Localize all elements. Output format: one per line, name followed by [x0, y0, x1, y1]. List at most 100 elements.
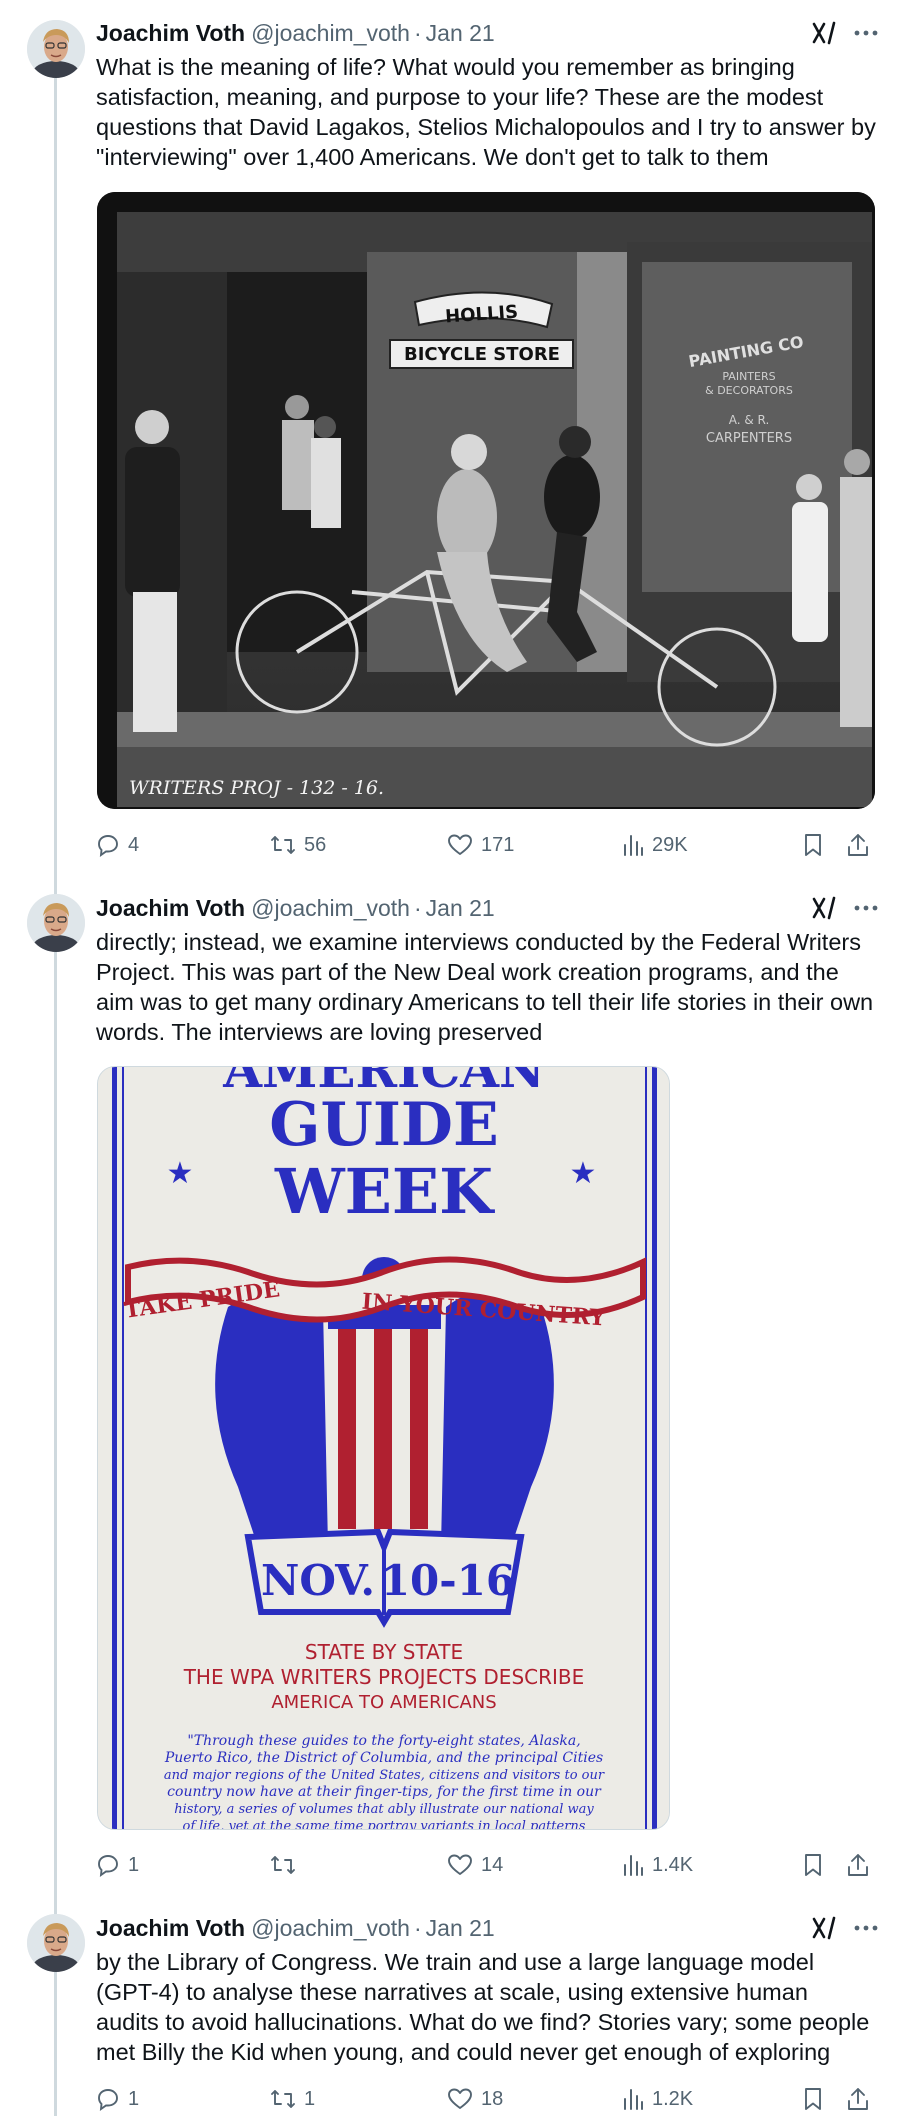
tweet-date[interactable]: Jan 21 [426, 20, 495, 47]
like-count: 18 [481, 2087, 504, 2110]
american-guide-week-poster: AMERICAN GUIDE WEEK ★ ★ TAKE PRIDE IN YO… [98, 1067, 669, 1830]
reply-button[interactable]: 4 [96, 828, 139, 862]
tweet-actions: 1 1 18 1.2K [96, 2082, 876, 2116]
photo-caption: WRITERS PROJ - 132 - 16. [129, 777, 384, 799]
grok-icon[interactable] [812, 21, 838, 45]
tweet-poster-image[interactable]: AMERICAN GUIDE WEEK ★ ★ TAKE PRIDE IN YO… [97, 1066, 670, 1830]
tweet-header: Joachim Voth @joachim_voth · Jan 21 [96, 1913, 878, 1943]
repost-button[interactable]: 56 [270, 828, 326, 862]
author-handle[interactable]: @joachim_voth [251, 20, 410, 47]
avatar[interactable] [27, 1914, 85, 1972]
reply-count: 1 [128, 2087, 140, 2110]
views-icon [622, 833, 644, 857]
tweet-photo[interactable]: HOLLIS BICYCLE STORE PAINTING CO PAINTER… [97, 192, 875, 809]
like-button[interactable]: 171 [447, 828, 514, 862]
poster-date-right: 10-16 [381, 1556, 515, 1605]
poster-body-line: Puerto Rico, the District of Columbia, a… [164, 1750, 603, 1766]
poster-body-line: "Through these guides to the forty-eight… [187, 1733, 580, 1749]
views-button[interactable]: 1.4K [622, 1848, 693, 1882]
repost-count: 56 [304, 833, 327, 856]
heart-icon [447, 2087, 473, 2111]
separator: · [413, 1914, 422, 1941]
more-icon[interactable] [854, 904, 878, 912]
reply-icon [96, 2087, 120, 2111]
photo-shop-line1: PAINTERS [722, 370, 775, 383]
poster-line2: GUIDE [269, 1090, 498, 1160]
like-button[interactable]: 18 [447, 2082, 503, 2116]
thread: Joachim Voth @joachim_voth · Jan 21 What… [0, 0, 898, 2116]
share-icon [846, 2086, 870, 2112]
tweet-actions: 1 14 1.4K [96, 1848, 876, 1882]
avatar[interactable] [27, 894, 85, 952]
repost-icon [270, 2087, 296, 2111]
repost-button[interactable] [270, 1848, 304, 1882]
share-icon [846, 1852, 870, 1878]
views-count: 1.2K [652, 2087, 694, 2110]
grok-icon[interactable] [812, 1916, 838, 1940]
author-handle[interactable]: @joachim_voth [251, 1915, 410, 1942]
like-count: 14 [481, 1853, 504, 1876]
author-name[interactable]: Joachim Voth [96, 895, 245, 922]
poster-line3: WEEK [274, 1155, 495, 1228]
tweet-date[interactable]: Jan 21 [426, 1915, 495, 1942]
bookmark-icon [802, 1852, 824, 1878]
author-name[interactable]: Joachim Voth [96, 20, 245, 47]
star-right-icon: ★ [570, 1156, 597, 1191]
views-button[interactable]: 1.2K [622, 2082, 693, 2116]
heart-icon [447, 1853, 473, 1877]
more-icon[interactable] [854, 1924, 878, 1932]
author-name[interactable]: Joachim Voth [96, 1915, 245, 1942]
poster-sub1: STATE BY STATE [305, 1640, 463, 1664]
reply-icon [96, 1853, 120, 1877]
repost-icon [270, 1853, 296, 1877]
like-button[interactable]: 14 [447, 1848, 503, 1882]
repost-button[interactable]: 1 [270, 2082, 315, 2116]
star-left-icon: ★ [167, 1156, 194, 1191]
poster-body-line: of life, yet at the same time portray va… [183, 1819, 586, 1830]
views-count: 1.4K [652, 1853, 694, 1876]
reply-count: 4 [128, 833, 140, 856]
reply-count: 1 [128, 1853, 140, 1876]
poster-date-left: NOV. [261, 1556, 375, 1605]
photo-shop-line4: CARPENTERS [706, 431, 792, 446]
share-button[interactable] [846, 2082, 870, 2116]
share-button[interactable] [846, 828, 870, 862]
bookmark-icon [802, 832, 824, 858]
tweet-actions: 4 56 171 29K [96, 828, 876, 862]
tweet-text: directly; instead, we examine interviews… [96, 929, 874, 1045]
bookmark-button[interactable] [802, 828, 824, 862]
reply-button[interactable]: 1 [96, 1848, 139, 1882]
repost-icon [270, 833, 296, 857]
poster-sub2: THE WPA WRITERS PROJECTS DESCRIBE [183, 1665, 585, 1689]
grok-icon[interactable] [812, 896, 838, 920]
bicycle-store-photo: HOLLIS BICYCLE STORE PAINTING CO PAINTER… [97, 192, 875, 809]
reply-button[interactable]: 1 [96, 2082, 139, 2116]
poster-sub3: AMERICA TO AMERICANS [271, 1692, 496, 1713]
share-icon [846, 832, 870, 858]
tweet-text: by the Library of Congress. We train and… [96, 1949, 870, 2065]
photo-shop-line2: & DECORATORS [705, 384, 793, 397]
poster-body-line: country now have at their finger-tips, f… [167, 1784, 602, 1800]
like-count: 171 [481, 833, 515, 856]
tweet-header: Joachim Voth @joachim_voth · Jan 21 [96, 18, 878, 48]
tweet-text: What is the meaning of life? What would … [96, 54, 876, 170]
heart-icon [447, 833, 473, 857]
bookmark-button[interactable] [802, 1848, 824, 1882]
more-icon[interactable] [854, 29, 878, 37]
photo-sign-bottom: BICYCLE STORE [404, 344, 560, 365]
poster-body-line: and major regions of the United States, … [164, 1768, 605, 1783]
separator: · [413, 894, 422, 921]
tweet-date[interactable]: Jan 21 [426, 895, 495, 922]
poster-body-line: history, a series of volumes that ably i… [174, 1802, 594, 1817]
views-count: 29K [652, 833, 688, 856]
author-handle[interactable]: @joachim_voth [251, 895, 410, 922]
views-icon [622, 1853, 644, 1877]
avatar[interactable] [27, 20, 85, 78]
views-button[interactable]: 29K [622, 828, 688, 862]
thread-line [54, 78, 57, 2116]
share-button[interactable] [846, 1848, 870, 1882]
repost-count: 1 [304, 2087, 316, 2110]
photo-shop-line3: A. & R. [729, 413, 770, 427]
bookmark-button[interactable] [802, 2082, 824, 2116]
reply-icon [96, 833, 120, 857]
